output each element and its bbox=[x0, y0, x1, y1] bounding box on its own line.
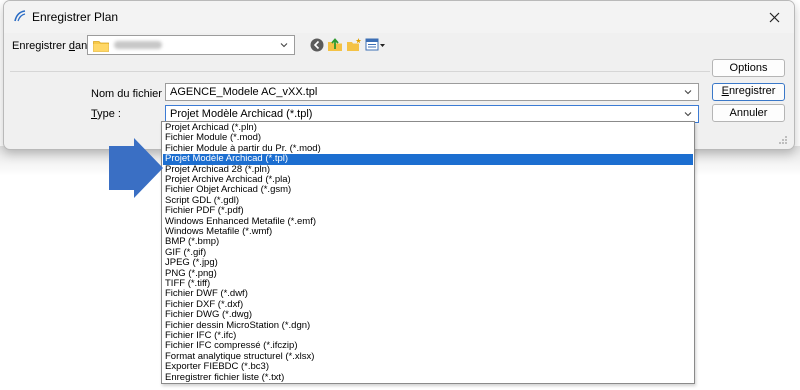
cancel-button[interactable]: Annuler bbox=[712, 104, 785, 122]
close-button[interactable] bbox=[762, 6, 786, 28]
up-folder-icon[interactable] bbox=[327, 37, 343, 53]
dropdown-option[interactable]: Enregistrer fichier liste (*.txt) bbox=[163, 372, 693, 384]
dropdown-option[interactable]: BMP (*.bmp) bbox=[163, 237, 693, 248]
separator bbox=[10, 71, 710, 72]
dropdown-option[interactable]: Fichier Objet Archicad (*.gsm) bbox=[163, 185, 693, 196]
view-menu-icon[interactable] bbox=[365, 37, 385, 53]
save-button[interactable]: Enregistrer bbox=[712, 83, 785, 101]
file-type-dropdown-list[interactable]: Projet Archicad (*.pln) Fichier Module (*… bbox=[161, 121, 695, 384]
type-label: Type : bbox=[91, 108, 121, 120]
folder-name-blurred bbox=[114, 41, 162, 49]
save-in-combo[interactable] bbox=[87, 35, 295, 55]
dropdown-option[interactable]: JPEG (*.jpg) bbox=[163, 258, 693, 269]
type-value: Projet Modèle Archicad (*.tpl) bbox=[170, 108, 313, 120]
archicad-logo-icon bbox=[14, 10, 26, 22]
dropdown-option[interactable]: Windows Metafile (*.wmf) bbox=[163, 226, 693, 238]
resize-grip-icon[interactable] bbox=[778, 135, 788, 145]
chevron-down-icon bbox=[280, 43, 288, 48]
chevron-down-icon bbox=[684, 90, 692, 95]
options-button[interactable]: Options bbox=[712, 59, 785, 77]
dropdown-option[interactable]: Fichier dessin MicroStation (*.dgn) bbox=[163, 320, 693, 332]
dropdown-option[interactable]: GIF (*.gif) bbox=[163, 247, 693, 259]
folder-icon bbox=[93, 41, 109, 52]
window-title: Enregistrer Plan bbox=[32, 10, 119, 24]
filename-value: AGENCE_Modele AC_vXX.tpl bbox=[170, 86, 318, 98]
new-folder-icon[interactable] bbox=[346, 37, 362, 53]
back-icon[interactable] bbox=[309, 37, 325, 53]
title-bar: Enregistrer Plan bbox=[4, 1, 794, 33]
close-icon bbox=[769, 12, 779, 22]
chevron-down-icon bbox=[684, 112, 692, 117]
filename-label: Nom du fichier : bbox=[91, 88, 169, 100]
pointer-arrow-icon bbox=[109, 138, 163, 198]
filename-input[interactable]: AGENCE_Modele AC_vXX.tpl bbox=[165, 83, 699, 101]
save-in-label: Enregistrer dans : bbox=[12, 40, 99, 52]
dropdown-option[interactable]: PNG (*.png) bbox=[163, 268, 693, 280]
